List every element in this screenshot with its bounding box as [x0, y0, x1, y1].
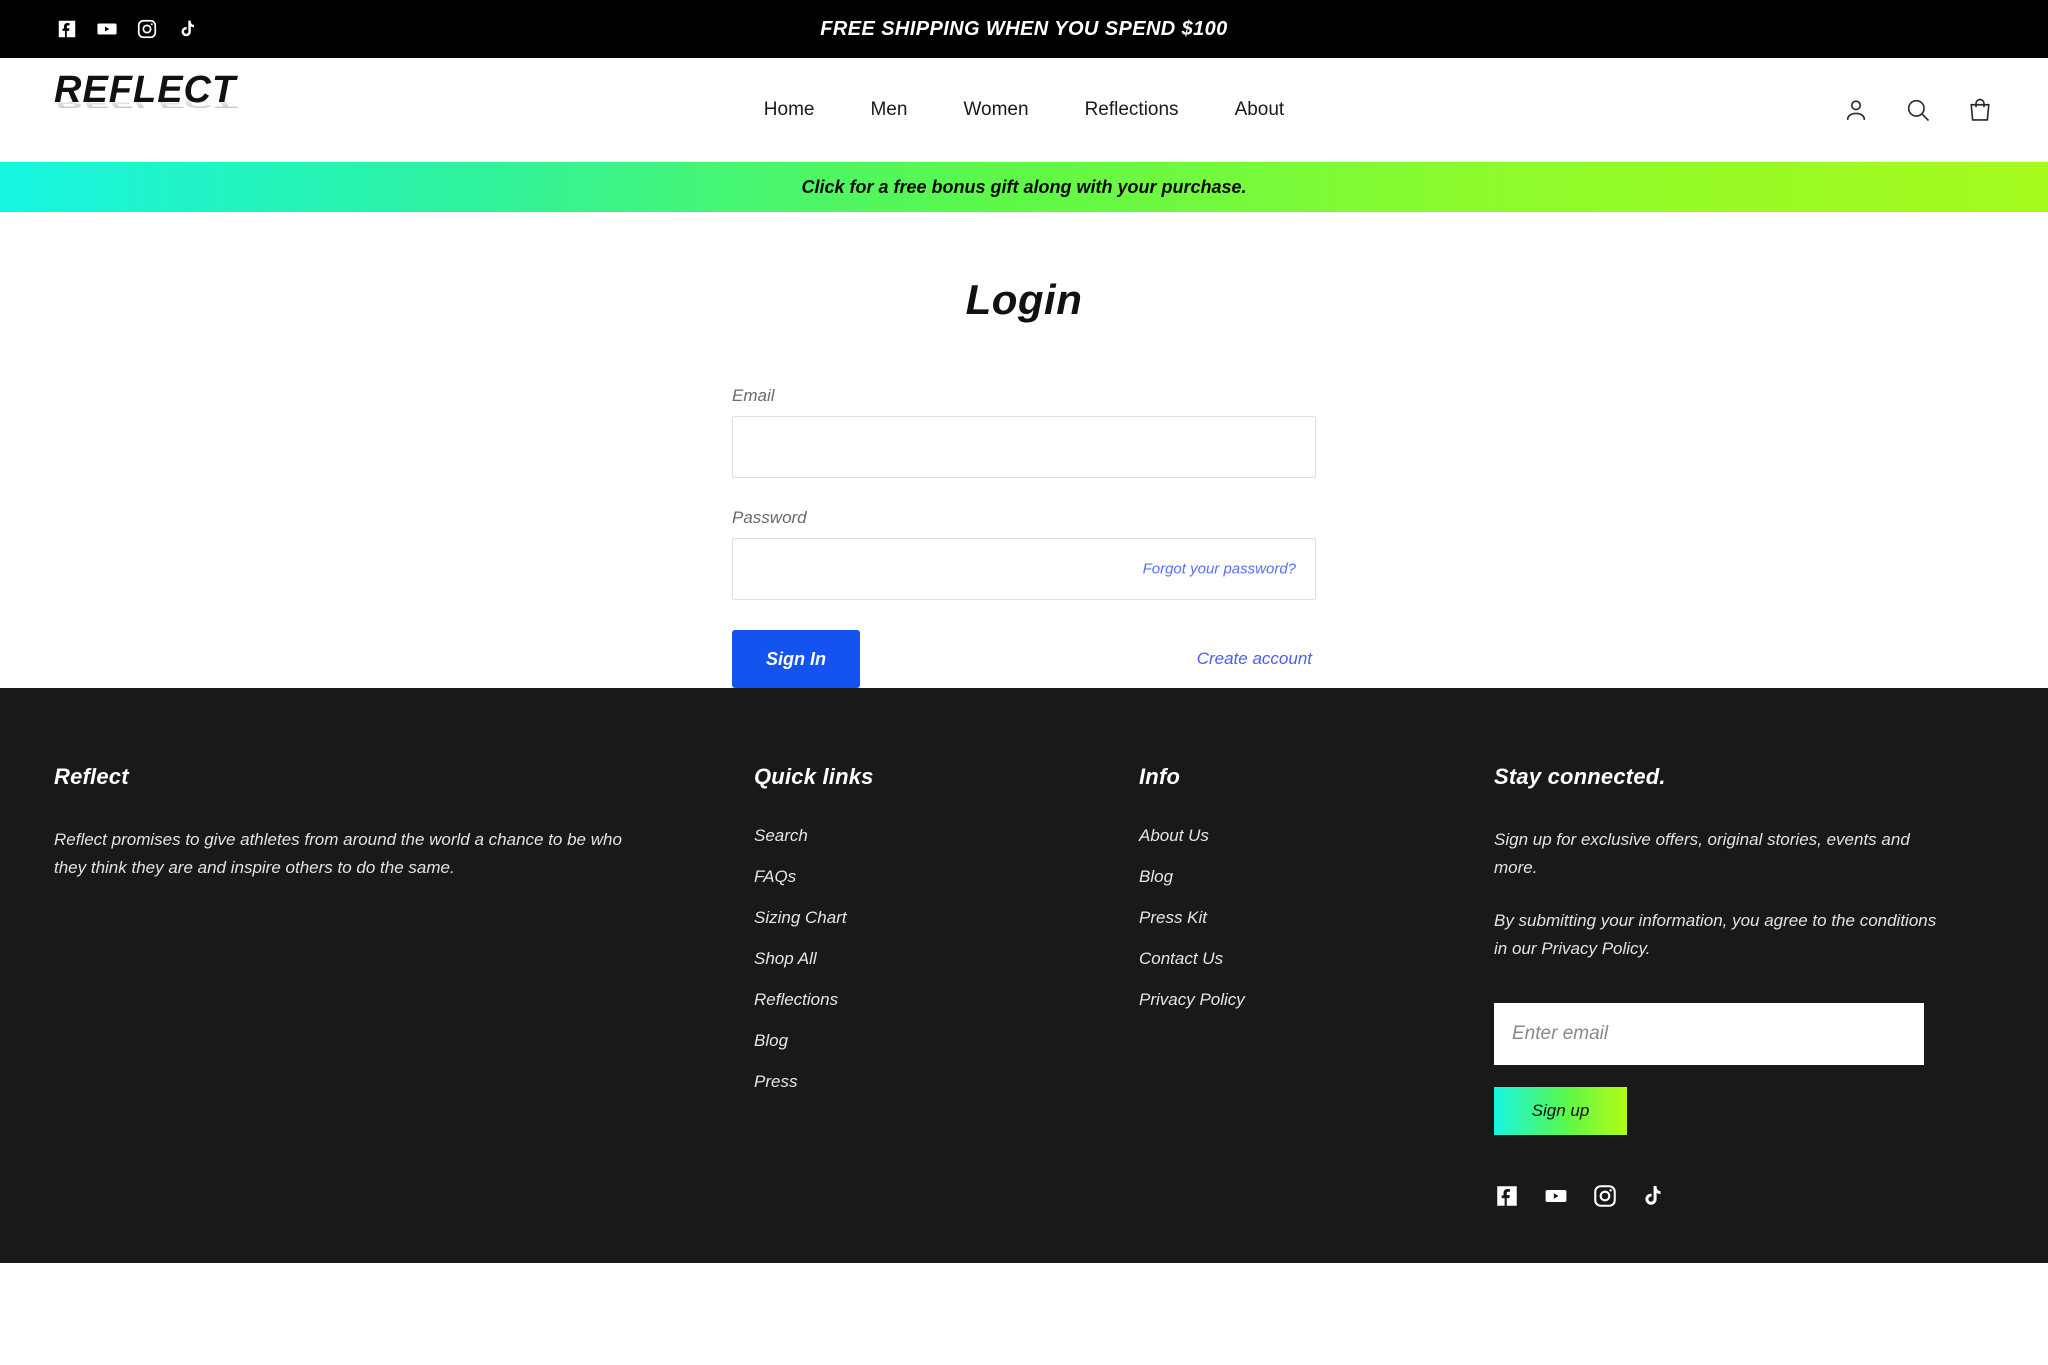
tiktok-icon[interactable] — [174, 16, 200, 42]
youtube-icon[interactable] — [94, 16, 120, 42]
list-item: Sizing Chart — [754, 908, 1139, 928]
quick-link-faqs[interactable]: FAQs — [754, 867, 796, 886]
footer-brand-heading: Reflect — [54, 764, 129, 789]
list-item: Contact Us — [1139, 949, 1494, 969]
password-field-group: Password Forgot your password? — [732, 508, 1316, 600]
list-item: Search — [754, 826, 1139, 846]
page-title: Login — [965, 276, 1083, 323]
nav-item-about[interactable]: About — [1235, 99, 1285, 121]
newsletter-signup-button[interactable]: Sign up — [1494, 1086, 1627, 1135]
newsletter-email-input[interactable] — [1494, 1002, 1924, 1065]
site-logo[interactable]: REFLECT REFLECT — [54, 71, 314, 148]
password-label: Password — [732, 508, 807, 527]
footer-info-column: Info About Us Blog Press Kit Contact Us … — [1139, 764, 1494, 1263]
footer-quick-links-column: Quick links Search FAQs Sizing Chart Sho… — [754, 764, 1139, 1263]
info-link-about-us[interactable]: About Us — [1139, 826, 1209, 845]
nav-item-reflections[interactable]: Reflections — [1085, 99, 1179, 121]
quick-link-sizing-chart[interactable]: Sizing Chart — [754, 908, 847, 927]
list-item: About Us — [1139, 826, 1494, 846]
quick-link-press[interactable]: Press — [754, 1072, 797, 1091]
facebook-icon[interactable] — [1494, 1183, 1520, 1209]
quick-link-reflections[interactable]: Reflections — [754, 990, 838, 1009]
logo-reflection: REFLECT — [54, 96, 237, 111]
nav-item-women[interactable]: Women — [963, 99, 1028, 121]
list-item: Press — [754, 1072, 1139, 1092]
header-social-links — [54, 16, 200, 42]
footer-social-links — [1494, 1183, 1954, 1209]
list-item: Shop All — [754, 949, 1139, 969]
instagram-icon[interactable] — [134, 16, 160, 42]
info-link-privacy-policy[interactable]: Privacy Policy — [1139, 990, 1245, 1009]
promo-banner-text: Click for a free bonus gift along with y… — [801, 176, 1247, 197]
footer-info-heading: Info — [1139, 764, 1181, 789]
account-icon[interactable] — [1842, 96, 1870, 124]
quick-link-search[interactable]: Search — [754, 826, 808, 845]
tiktok-icon[interactable] — [1640, 1183, 1664, 1209]
info-link-contact-us[interactable]: Contact Us — [1139, 949, 1223, 968]
facebook-icon[interactable] — [54, 16, 80, 42]
cart-icon[interactable] — [1966, 96, 1994, 124]
footer-newsletter-description: Sign up for exclusive offers, original s… — [1494, 830, 1910, 877]
list-item: Blog — [1139, 867, 1494, 887]
password-input-wrapper: Forgot your password? — [732, 538, 1316, 600]
create-account-link[interactable]: Create account — [1197, 649, 1312, 669]
list-item: Press Kit — [1139, 908, 1494, 928]
login-actions: Sign In Create account — [732, 630, 1316, 688]
login-page: Login Email Password Forgot your passwor… — [0, 212, 2048, 688]
nav-item-home[interactable]: Home — [764, 99, 815, 121]
site-header: REFLECT REFLECT Home Men Women Reflectio… — [0, 58, 2048, 162]
announcement-bar: FREE SHIPPING WHEN YOU SPEND $100 — [0, 0, 2048, 58]
announcement-text: FREE SHIPPING WHEN YOU SPEND $100 — [820, 17, 1228, 40]
list-item: FAQs — [754, 867, 1139, 887]
email-field-group: Email — [732, 386, 1316, 478]
info-link-press-kit[interactable]: Press Kit — [1139, 908, 1207, 927]
sign-in-button[interactable]: Sign In — [732, 630, 860, 688]
search-icon[interactable] — [1904, 96, 1932, 124]
quick-link-shop-all[interactable]: Shop All — [754, 949, 817, 968]
youtube-icon[interactable] — [1542, 1183, 1570, 1209]
footer-info-list: About Us Blog Press Kit Contact Us Priva… — [1139, 826, 1494, 1010]
footer-brand-description: Reflect promises to give athletes from a… — [54, 830, 622, 877]
email-label: Email — [732, 386, 775, 405]
nav-item-men[interactable]: Men — [870, 99, 907, 121]
footer-quick-links-list: Search FAQs Sizing Chart Shop All Reflec… — [754, 826, 1139, 1092]
footer-newsletter-heading: Stay connected. — [1494, 764, 1666, 789]
list-item: Privacy Policy — [1139, 990, 1494, 1010]
footer-newsletter-terms: By submitting your information, you agre… — [1494, 911, 1937, 959]
header-icon-group — [1842, 96, 1994, 124]
quick-link-blog[interactable]: Blog — [754, 1031, 788, 1050]
list-item: Reflections — [754, 990, 1139, 1010]
email-input[interactable] — [732, 416, 1316, 478]
list-item: Blog — [754, 1031, 1139, 1051]
site-footer: Reflect Reflect promises to give athlete… — [0, 688, 2048, 1263]
login-form: Email Password Forgot your password? Sig… — [732, 386, 1316, 688]
forgot-password-link[interactable]: Forgot your password? — [1143, 561, 1296, 578]
promo-banner[interactable]: Click for a free bonus gift along with y… — [0, 162, 2048, 212]
footer-quick-links-heading: Quick links — [754, 764, 874, 789]
footer-newsletter-column: Stay connected. Sign up for exclusive of… — [1494, 764, 1954, 1263]
footer-brand-column: Reflect Reflect promises to give athlete… — [54, 764, 754, 1263]
instagram-icon[interactable] — [1592, 1183, 1618, 1209]
info-link-blog[interactable]: Blog — [1139, 867, 1173, 886]
